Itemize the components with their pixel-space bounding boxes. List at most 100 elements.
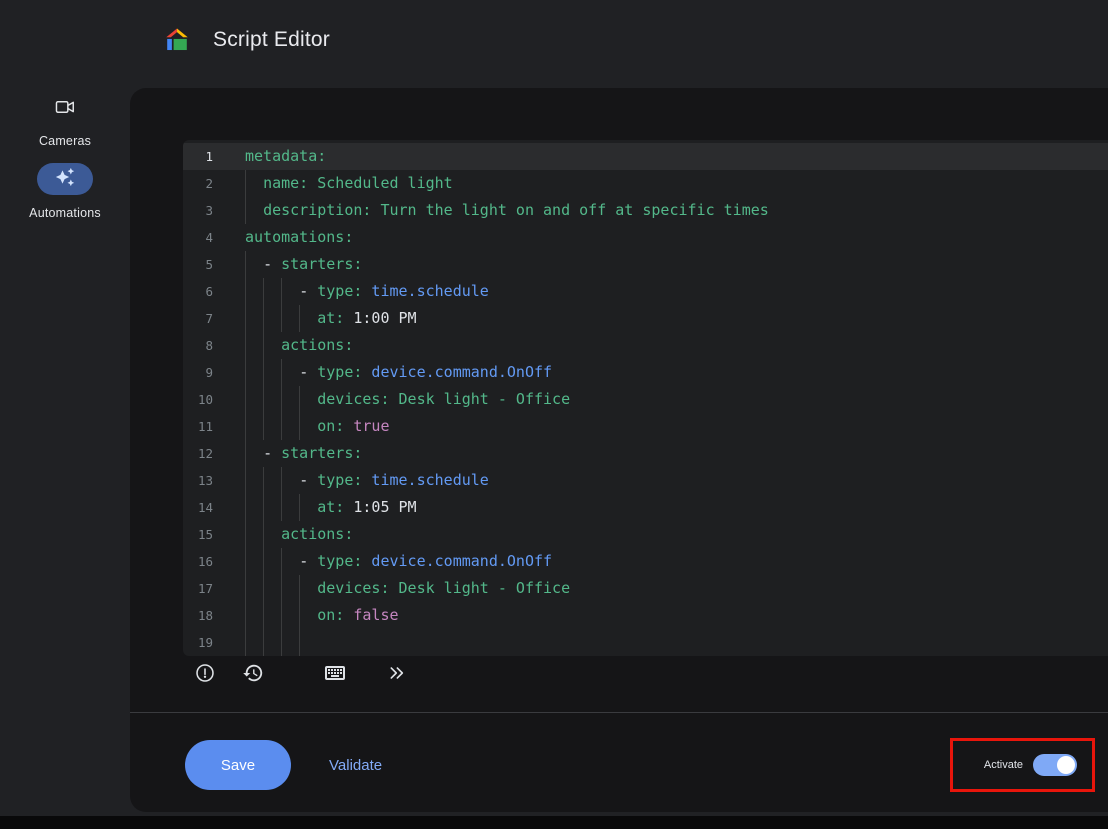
script-editor-panel: 1metadata:2 name: Scheduled light3 descr…	[130, 88, 1108, 812]
code-area[interactable]: 1metadata:2 name: Scheduled light3 descr…	[183, 143, 1108, 656]
code-line[interactable]: 16 - type: device.command.OnOff	[183, 548, 1108, 575]
problems-icon[interactable]	[189, 657, 221, 689]
code-line[interactable]: 7 at: 1:00 PM	[183, 305, 1108, 332]
code-line-content[interactable]: devices: Desk light - Office	[245, 575, 570, 602]
line-number: 4	[183, 224, 213, 251]
code-line-content[interactable]: on: false	[245, 602, 399, 629]
line-number: 5	[183, 251, 213, 278]
indent-guide	[263, 413, 264, 440]
code-line-content[interactable]: name: Scheduled light	[245, 170, 453, 197]
sidebar-item-automations[interactable]: Automations	[29, 148, 101, 220]
activate-group: Activate	[952, 740, 1093, 790]
videocam-icon	[54, 96, 76, 123]
code-line[interactable]: 17 devices: Desk light - Office	[183, 575, 1108, 602]
indent-guide	[263, 602, 264, 629]
active-nav-pill	[37, 163, 93, 195]
indent-guide	[299, 602, 300, 629]
google-home-logo	[163, 26, 191, 54]
indent-guide	[281, 602, 282, 629]
code-line-content[interactable]: on: true	[245, 413, 390, 440]
code-line[interactable]: 1 metadata:	[183, 143, 1108, 170]
indent-guide	[299, 629, 300, 656]
indent-guide	[299, 305, 300, 332]
line-number: 8	[183, 332, 213, 359]
code-line-content[interactable]: - type: time.schedule	[245, 467, 489, 494]
save-button[interactable]: Save	[185, 740, 291, 790]
code-line[interactable]: 13 - type: time.schedule	[183, 467, 1108, 494]
indent-guide	[245, 251, 246, 278]
code-line-content[interactable]: - type: device.command.OnOff	[245, 548, 552, 575]
indent-guide	[299, 413, 300, 440]
sidebar-item-label: Automations	[29, 206, 101, 220]
line-number: 3	[183, 197, 213, 224]
sidebar: Cameras Automations	[0, 88, 130, 220]
code-line-content[interactable]: actions:	[245, 521, 353, 548]
activate-toggle[interactable]	[1033, 754, 1077, 776]
code-line-content[interactable]: automations:	[245, 224, 353, 251]
indent-guide	[263, 332, 264, 359]
indent-guide	[245, 278, 246, 305]
double-chevron-right-icon[interactable]	[381, 657, 413, 689]
code-line[interactable]: 18 on: false	[183, 602, 1108, 629]
code-line-content[interactable]: description: Turn the light on and off a…	[245, 197, 769, 224]
line-number: 1	[183, 143, 213, 170]
code-line[interactable]: 11 on: true	[183, 413, 1108, 440]
indent-guide	[263, 467, 264, 494]
code-line-content[interactable]: - type: device.command.OnOff	[245, 359, 552, 386]
toggle-thumb	[1057, 756, 1075, 774]
code-line[interactable]: 15 actions:	[183, 521, 1108, 548]
code-line[interactable]: 5 - starters:	[183, 251, 1108, 278]
indent-guide	[245, 197, 246, 224]
validate-button[interactable]: Validate	[329, 757, 382, 774]
code-line[interactable]: 19	[183, 629, 1108, 656]
indent-guide	[263, 521, 264, 548]
code-line[interactable]: 3 description: Turn the light on and off…	[183, 197, 1108, 224]
code-line-content[interactable]: metadata:	[245, 143, 326, 170]
code-line-content[interactable]: devices: Desk light - Office	[245, 386, 570, 413]
indent-guide	[263, 494, 264, 521]
indent-guide	[281, 548, 282, 575]
history-icon[interactable]	[237, 657, 269, 689]
line-number: 17	[183, 575, 213, 602]
indent-guide	[263, 548, 264, 575]
code-line-content[interactable]: at: 1:00 PM	[245, 305, 417, 332]
indent-guide	[263, 305, 264, 332]
activate-label: Activate	[984, 759, 1023, 771]
actions-row: Save Validate	[185, 740, 382, 790]
indent-guide	[299, 494, 300, 521]
code-line-content[interactable]: - type: time.schedule	[245, 278, 489, 305]
code-line[interactable]: 12 - starters:	[183, 440, 1108, 467]
code-line[interactable]: 2 name: Scheduled light	[183, 170, 1108, 197]
line-number: 16	[183, 548, 213, 575]
code-line-content[interactable]: at: 1:05 PM	[245, 494, 417, 521]
indent-guide	[281, 278, 282, 305]
indent-guide	[263, 629, 264, 656]
code-line-content[interactable]: - starters:	[245, 251, 362, 278]
line-number: 2	[183, 170, 213, 197]
indent-guide	[245, 575, 246, 602]
code-editor[interactable]: 1metadata:2 name: Scheduled light3 descr…	[183, 140, 1108, 656]
sidebar-item-label: Cameras	[39, 134, 91, 148]
code-line[interactable]: 4 automations:	[183, 224, 1108, 251]
indent-guide	[263, 575, 264, 602]
line-number: 11	[183, 413, 213, 440]
line-number: 15	[183, 521, 213, 548]
line-number: 6	[183, 278, 213, 305]
code-line[interactable]: 6 - type: time.schedule	[183, 278, 1108, 305]
line-number: 18	[183, 602, 213, 629]
keyboard-icon[interactable]	[319, 657, 351, 689]
line-number: 9	[183, 359, 213, 386]
code-line[interactable]: 14 at: 1:05 PM	[183, 494, 1108, 521]
indent-guide	[281, 494, 282, 521]
indent-guide	[263, 278, 264, 305]
code-line-content[interactable]: - starters:	[245, 440, 362, 467]
indent-guide	[245, 170, 246, 197]
page-title: Script Editor	[213, 28, 330, 52]
code-line-content[interactable]	[245, 629, 317, 656]
sidebar-item-cameras[interactable]: Cameras	[39, 88, 91, 148]
indent-guide	[245, 548, 246, 575]
code-line-content[interactable]: actions:	[245, 332, 353, 359]
code-line[interactable]: 8 actions:	[183, 332, 1108, 359]
code-line[interactable]: 9 - type: device.command.OnOff	[183, 359, 1108, 386]
code-line[interactable]: 10 devices: Desk light - Office	[183, 386, 1108, 413]
